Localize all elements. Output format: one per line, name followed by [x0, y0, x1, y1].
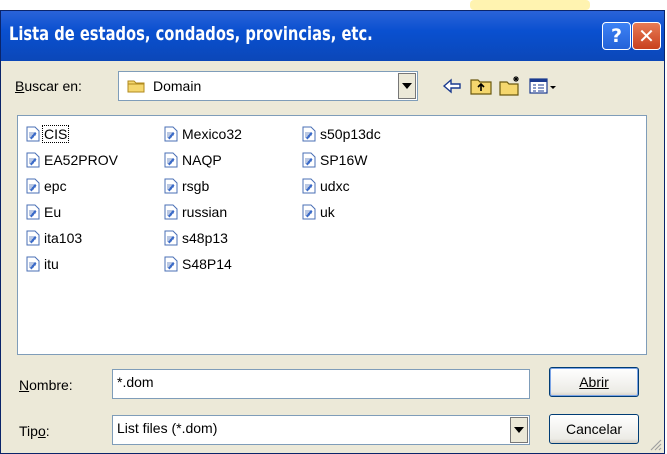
file-item[interactable]: russian [164, 202, 228, 222]
file-name: udxc [320, 178, 350, 194]
document-icon [164, 126, 178, 142]
document-icon [302, 204, 316, 220]
filetype-combobox[interactable]: List files (*.dom) [112, 415, 530, 445]
file-name: s50p13dc [320, 126, 381, 142]
document-icon [26, 256, 40, 272]
document-icon [302, 178, 316, 194]
cancel-button[interactable]: Cancelar [549, 414, 639, 444]
filetype-label-start: Tip [19, 423, 38, 439]
file-item[interactable]: udxc [302, 176, 351, 196]
background-highlight [470, 0, 590, 10]
file-item[interactable]: uk [302, 202, 336, 222]
folder-icon [127, 80, 145, 93]
filename-label: Nombre: [19, 377, 73, 393]
open-button-label: Abrir [579, 374, 609, 390]
lookin-label: Buscar en: [15, 78, 82, 94]
open-button[interactable]: Abrir [549, 367, 639, 397]
file-item[interactable]: NAQP [164, 150, 223, 170]
document-icon [302, 152, 316, 168]
view-menu-icon[interactable] [528, 75, 558, 97]
file-name: itu [44, 256, 59, 272]
document-icon [26, 152, 40, 168]
document-icon [164, 152, 178, 168]
filename-input[interactable]: *.dom [112, 369, 530, 399]
lookin-dropdown-button[interactable] [398, 73, 416, 99]
filename-value: *.dom [117, 374, 154, 390]
file-item[interactable]: epc [26, 176, 68, 196]
document-icon [26, 230, 40, 246]
filetype-value: List files (*.dom) [117, 420, 218, 436]
file-name: SP16W [320, 152, 368, 168]
document-icon [26, 204, 40, 220]
document-icon [26, 126, 40, 142]
file-name: s48p13 [182, 230, 228, 246]
file-item[interactable]: S48P14 [164, 254, 233, 274]
file-name: Eu [44, 204, 62, 220]
file-name: uk [320, 204, 335, 220]
file-name: EA52PROV [44, 152, 118, 168]
filename-label-rest: ombre: [29, 377, 73, 393]
file-name: rsgb [182, 178, 210, 194]
up-folder-icon[interactable] [469, 75, 493, 97]
file-item[interactable]: EA52PROV [26, 150, 119, 170]
file-item[interactable]: itu [26, 254, 60, 274]
window-title: Lista de estados, condados, provincias, … [9, 23, 373, 45]
file-item[interactable]: s48p13 [164, 228, 229, 248]
filetype-dropdown-button[interactable] [510, 417, 528, 443]
document-icon [164, 204, 178, 220]
chevron-down-icon [402, 83, 412, 89]
file-name: ita103 [44, 230, 83, 246]
help-button[interactable]: ? [602, 22, 631, 50]
file-item[interactable]: rsgb [164, 176, 210, 196]
document-icon [302, 126, 316, 142]
file-item[interactable]: Eu [26, 202, 62, 222]
file-name: S48P14 [182, 256, 232, 272]
lookin-value: Domain [153, 78, 202, 94]
close-button[interactable]: ✕ [632, 22, 661, 50]
new-folder-icon[interactable] [498, 75, 522, 97]
file-name: epc [44, 178, 67, 194]
file-item[interactable]: ita103 [26, 228, 83, 248]
document-icon [164, 178, 178, 194]
resize-grip-icon[interactable] [648, 437, 662, 451]
file-item[interactable]: Mexico32 [164, 124, 243, 144]
document-icon [26, 178, 40, 194]
file-item[interactable]: SP16W [302, 150, 368, 170]
file-name: NAQP [182, 152, 222, 168]
lookin-combobox[interactable]: Domain [118, 71, 418, 101]
chevron-down-icon [514, 427, 524, 433]
file-name: CIS [41, 125, 70, 143]
file-item[interactable]: s50p13dc [302, 124, 382, 144]
title-bar[interactable]: Lista de estados, condados, provincias, … [1, 11, 664, 61]
file-name: russian [182, 204, 228, 220]
file-item[interactable]: CIS [26, 124, 70, 144]
document-icon [164, 256, 178, 272]
file-name: Mexico32 [182, 126, 242, 142]
open-file-dialog: Lista de estados, condados, provincias, … [0, 10, 665, 454]
lookin-label-rest: uscar en: [24, 78, 82, 94]
back-arrow-icon[interactable] [440, 75, 464, 97]
file-list[interactable]: CIS EA52PROV epc Eu ita103 itu Mexico32 NAQP rs… [17, 115, 647, 355]
document-icon [164, 230, 178, 246]
filetype-label: Tipo: [19, 423, 50, 439]
